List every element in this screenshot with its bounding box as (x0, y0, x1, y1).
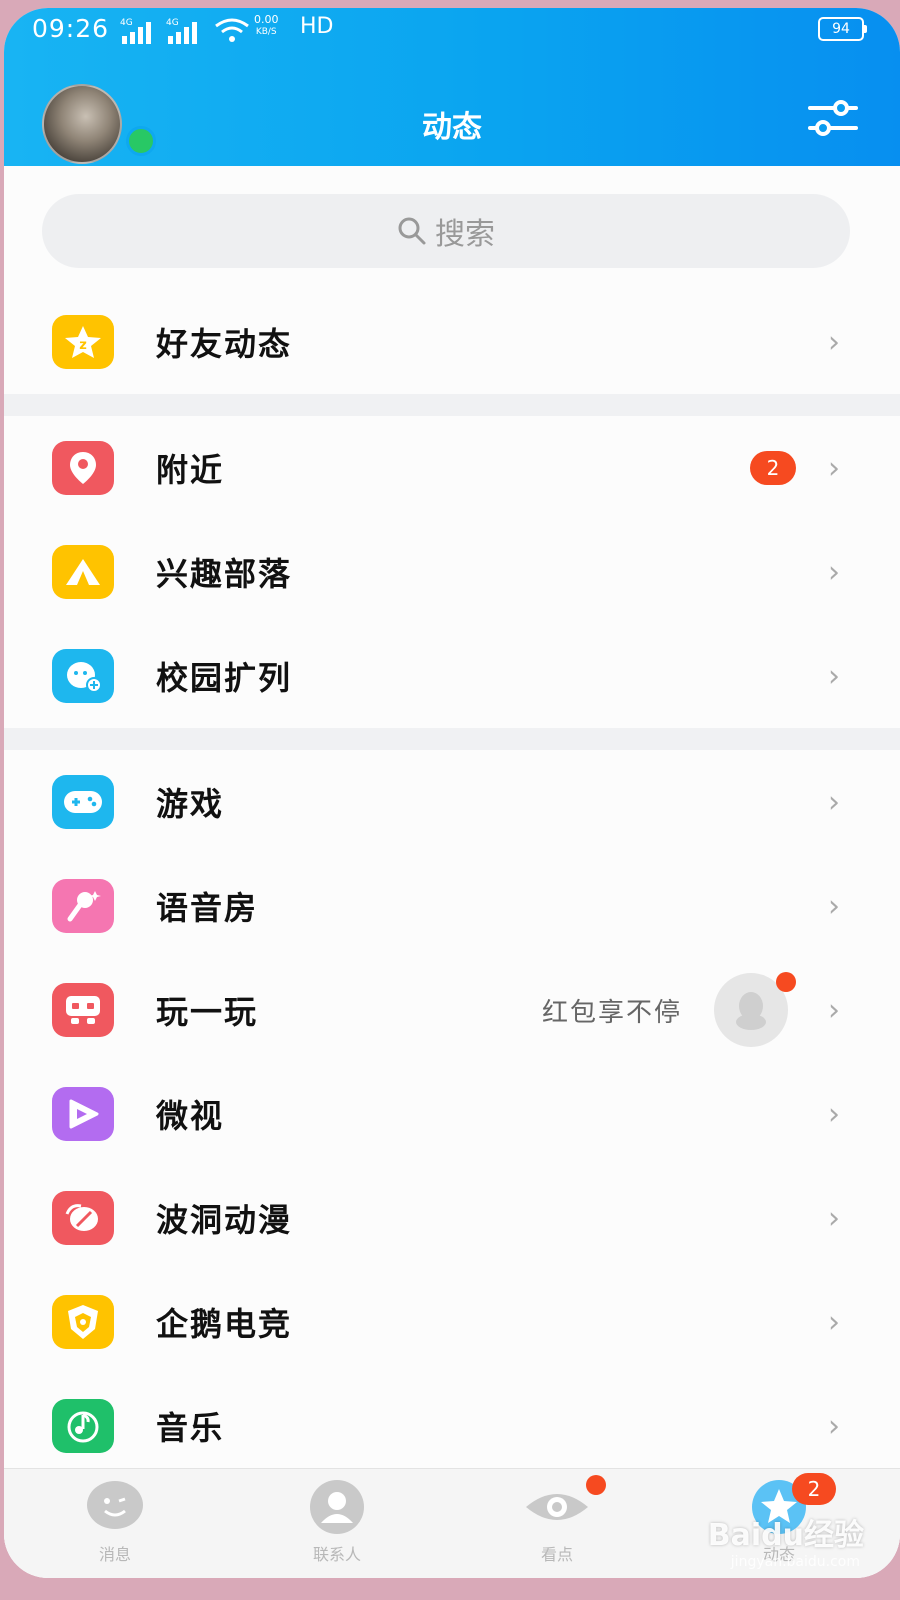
menu-item-label: 语音房 (156, 889, 259, 927)
chevron-right-icon: › (828, 784, 840, 820)
chevron-right-icon: › (828, 658, 840, 694)
chevron-right-icon: › (828, 888, 840, 924)
battery-indicator: 94 (818, 17, 867, 41)
signal-icon: 4G (120, 18, 151, 44)
weishi-play-icon (52, 1087, 114, 1141)
tab-watch[interactable]: 看点 (482, 1475, 632, 1578)
message-icon (87, 1481, 143, 1529)
location-pin-icon (52, 441, 114, 495)
menu-item-label: 好友动态 (156, 325, 293, 363)
svg-text:z: z (79, 338, 87, 353)
menu-item-label: 微视 (156, 1097, 225, 1135)
chevron-right-icon: › (828, 1304, 840, 1340)
menu-item-label: 附近 (156, 451, 225, 489)
menu-item-play[interactable]: 玩一玩 红包享不停 › (4, 958, 900, 1062)
menu-item-bodong-anime[interactable]: 波洞动漫 › (4, 1166, 900, 1270)
baidu-watermark-url: jingyan.baidu.com (730, 1554, 860, 1570)
menu-item-penguin-esports[interactable]: 企鹅电竞 › (4, 1270, 900, 1374)
tab-messages[interactable]: 消息 (40, 1479, 190, 1578)
campus-face-icon (52, 649, 114, 703)
menu-item-friend-feed[interactable]: z 好友动态 › (4, 290, 900, 394)
menu-item-music[interactable]: 音乐 › (4, 1374, 900, 1478)
menu-item-label: 游戏 (156, 785, 225, 823)
contacts-icon (310, 1480, 364, 1534)
bottom-tab-bar: 消息 联系人 看点 动态 2 Baidu经验 jingyan.baidu.com (4, 1468, 900, 1578)
baidu-watermark: Baidu经验 (707, 1518, 864, 1553)
chevron-right-icon: › (828, 554, 840, 590)
svg-text:4G: 4G (166, 18, 179, 28)
section-divider (4, 728, 900, 750)
chevron-right-icon: › (828, 1408, 840, 1444)
menu-item-label: 兴趣部落 (156, 555, 293, 593)
promo-text: 红包享不停 (541, 997, 682, 1028)
menu-item-interest-tribe[interactable]: 兴趣部落 › (4, 520, 900, 624)
red-dot-indicator (776, 972, 796, 992)
friend-feed-icon: z (52, 315, 114, 369)
menu-item-label: 玩一玩 (156, 993, 259, 1031)
microphone-icon (52, 879, 114, 933)
tent-icon (52, 545, 114, 599)
search-placeholder: 搜索 (435, 217, 495, 252)
search-icon (398, 217, 426, 245)
chevron-right-icon: › (828, 992, 840, 1028)
notification-badge: 2 (792, 1473, 836, 1505)
menu-item-campus[interactable]: 校园扩列 › (4, 624, 900, 728)
gamepad-icon (52, 775, 114, 829)
menu-item-label: 企鹅电竞 (156, 1305, 293, 1343)
app-screen: 09:26 4G 4G 0.00 KB/S HD 94 动态 搜索 z 好友动态… (4, 8, 900, 1578)
svg-text:4G: 4G (120, 18, 133, 28)
search-bar[interactable]: 搜索 (42, 194, 850, 268)
menu-item-voice-room[interactable]: 语音房 › (4, 854, 900, 958)
mini-game-icon (52, 983, 114, 1037)
top-header: 09:26 4G 4G 0.00 KB/S HD 94 动态 (4, 8, 900, 166)
menu-item-label: 波洞动漫 (156, 1201, 293, 1239)
chevron-right-icon: › (828, 450, 840, 486)
wifi-icon (215, 18, 249, 42)
status-time: 09:26 (32, 14, 110, 43)
filter-settings-icon[interactable] (808, 96, 858, 140)
main-content: 搜索 z 好友动态 › 附近 2 › 兴趣部落 › 校园扩列 › 游戏 › 语音… (4, 166, 900, 1578)
section-social: 附近 2 › 兴趣部落 › 校园扩列 › (4, 416, 900, 728)
chevron-right-icon: › (828, 1200, 840, 1236)
esports-shield-icon (52, 1295, 114, 1349)
section-divider (4, 394, 900, 416)
music-note-icon (52, 1399, 114, 1453)
chevron-right-icon: › (828, 324, 840, 360)
chevron-right-icon: › (828, 1096, 840, 1132)
net-speed: 0.00 KB/S (254, 13, 279, 38)
menu-item-label: 校园扩列 (156, 659, 293, 697)
signal-icon-2: 4G (166, 18, 197, 44)
section-entertainment: 游戏 › 语音房 › 玩一玩 红包享不停 › 微视 › 波洞动漫 › 企鹅电竞 … (4, 750, 900, 1478)
menu-item-games[interactable]: 游戏 › (4, 750, 900, 854)
menu-item-label: 音乐 (156, 1409, 225, 1447)
menu-item-nearby[interactable]: 附近 2 › (4, 416, 900, 520)
page-title: 动态 (422, 110, 482, 145)
notification-badge: 2 (750, 451, 796, 485)
tab-contacts[interactable]: 联系人 (262, 1479, 412, 1578)
hd-indicator: HD (300, 14, 334, 39)
red-dot-indicator (586, 1475, 606, 1495)
section-friends: z 好友动态 › (4, 290, 900, 394)
status-bar: 09:26 4G 4G 0.00 KB/S HD 94 (4, 8, 900, 52)
menu-item-weishi[interactable]: 微视 › (4, 1062, 900, 1166)
eye-icon (526, 1494, 588, 1520)
bodong-anime-icon (52, 1191, 114, 1245)
